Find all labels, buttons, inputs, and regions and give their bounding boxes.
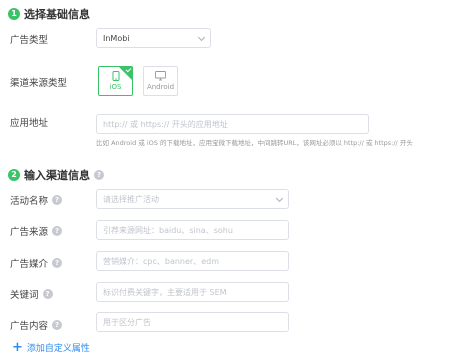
channel-option-android[interactable]: Android (143, 66, 178, 96)
section-header-channel: 2 输入渠道信息 ? (8, 167, 104, 183)
campaign-label: 活动名称 ? (10, 193, 63, 207)
channel-type-label-text: 渠道来源类型 (10, 78, 68, 89)
source-placeholder: 引荐来源网址：baidu、sina、sohu (103, 225, 233, 235)
app-url-hint: 比如 Android 或 iOS 的下载地址，应用宝微下载地址，中间跳转URL，… (96, 139, 413, 147)
add-custom-attribute-label: 添加自定义属性 (26, 344, 90, 354)
medium-label: 广告媒介 ? (10, 256, 63, 270)
help-icon[interactable]: ? (42, 289, 53, 299)
step-number-badge: 2 (8, 169, 20, 181)
plus-icon: + (12, 339, 23, 355)
ad-type-label-text: 广告类型 (10, 35, 49, 46)
campaign-select[interactable]: 请选择推广活动 (96, 189, 289, 209)
chevron-down-icon (197, 33, 206, 42)
channel-type-label: 渠道来源类型 (10, 75, 67, 89)
medium-placeholder: 营销媒介：cpc、banner、edm (103, 256, 219, 266)
keyword-placeholder: 标识付费关键字，主要适用于 SEM (103, 287, 227, 297)
source-label-text: 广告来源 (10, 227, 49, 238)
source-label: 广告来源 ? (10, 224, 63, 238)
keyword-label-text: 关键词 (10, 290, 39, 301)
content-label: 广告内容 ? (10, 318, 63, 332)
channel-option-ios[interactable]: iOS (98, 66, 133, 96)
campaign-label-text: 活动名称 (10, 196, 49, 207)
campaign-placeholder: 请选择推广活动 (103, 194, 159, 204)
channel-option-label: iOS (109, 83, 122, 91)
app-url-label: 应用地址 (10, 115, 48, 129)
content-label-text: 广告内容 (10, 321, 49, 332)
app-url-input[interactable]: http:// 或 https:// 开头的应用地址 (96, 114, 369, 134)
app-url-placeholder: http:// 或 https:// 开头的应用地址 (103, 119, 228, 129)
medium-input[interactable]: 营销媒介：cpc、banner、edm (96, 251, 289, 271)
channel-option-label: Android (146, 83, 175, 91)
help-icon[interactable]: ? (52, 320, 63, 330)
help-icon[interactable]: ? (52, 226, 63, 236)
help-icon[interactable]: ? (94, 170, 104, 180)
section-title: 选择基础信息 (24, 8, 90, 21)
help-icon[interactable]: ? (52, 258, 63, 268)
keyword-input[interactable]: 标识付费关键字，主要适用于 SEM (96, 282, 289, 302)
add-custom-attribute-link[interactable]: + 添加自定义属性 (12, 339, 90, 355)
source-input[interactable]: 引荐来源网址：baidu、sina、sohu (96, 220, 289, 240)
keyword-label: 关键词 ? (10, 287, 53, 301)
ad-type-label: 广告类型 (10, 32, 48, 46)
app-url-label-text: 应用地址 (10, 118, 49, 129)
ad-type-select[interactable]: InMobi (96, 28, 211, 48)
content-input[interactable]: 用于区分广告 (96, 312, 289, 332)
step-number-badge: 1 (8, 8, 20, 20)
help-icon[interactable]: ? (52, 195, 63, 205)
section-title: 输入渠道信息 (24, 169, 90, 182)
monitor-icon (155, 71, 166, 81)
ad-type-value: InMobi (103, 33, 130, 43)
content-placeholder: 用于区分广告 (103, 317, 151, 327)
medium-label-text: 广告媒介 (10, 259, 49, 270)
section-header-basic: 1 选择基础信息 (8, 6, 90, 22)
chevron-down-icon (275, 194, 284, 203)
